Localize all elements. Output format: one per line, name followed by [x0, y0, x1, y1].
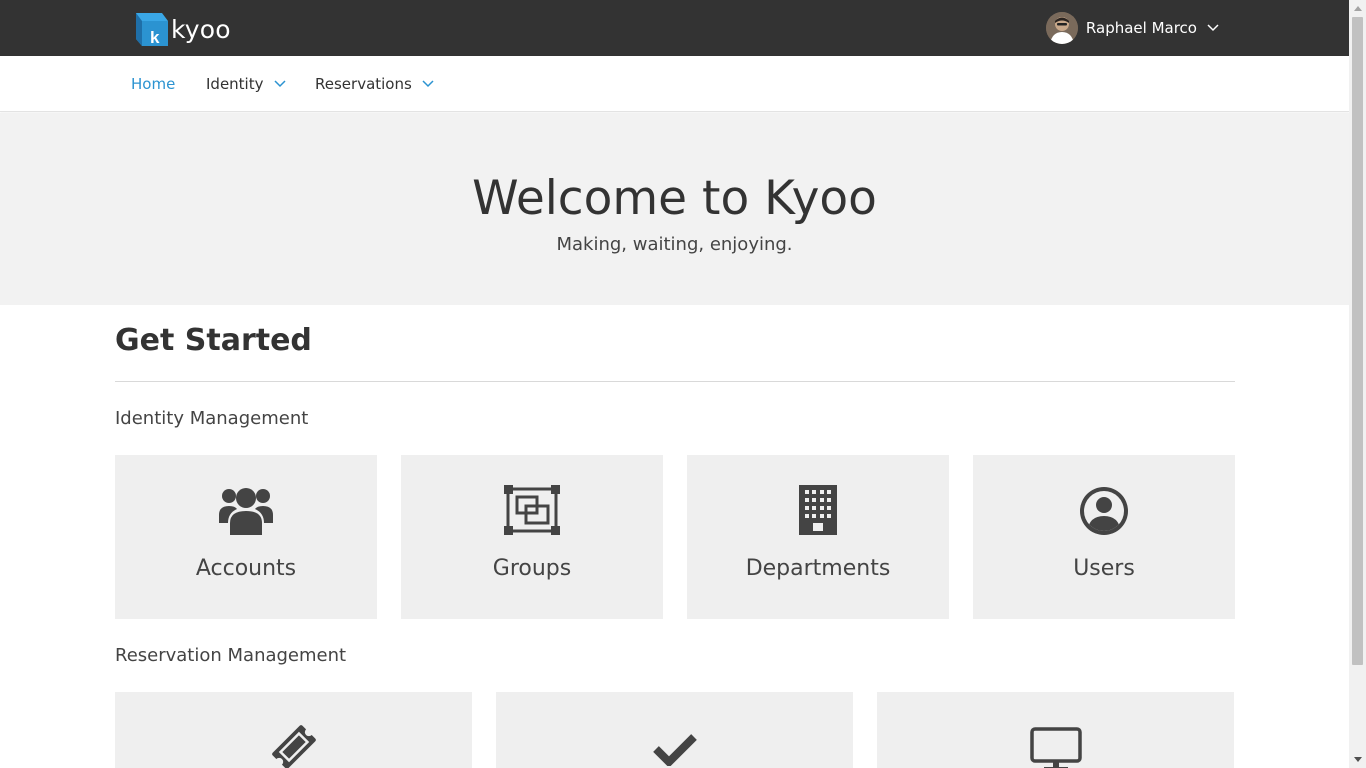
reservation-tile-confirm[interactable]	[496, 692, 853, 768]
users-icon	[115, 485, 377, 535]
departments-tile[interactable]: Departments	[687, 455, 949, 619]
desktop-icon	[877, 727, 1234, 768]
hero-title: Welcome to Kyoo	[472, 171, 877, 226]
chevron-down-icon	[1207, 24, 1219, 32]
reservation-tile-display[interactable]	[877, 692, 1234, 768]
top-bar: k kyoo Raphael Marco	[0, 0, 1349, 56]
user-circle-icon	[973, 486, 1235, 536]
user-menu[interactable]: Raphael Marco	[1045, 12, 1219, 44]
nav-item-identity[interactable]: Identity	[206, 56, 286, 112]
ticket-icon	[115, 722, 472, 768]
nav-item-home[interactable]: Home	[131, 56, 175, 112]
logo-letter: k	[150, 28, 160, 46]
groups-tile[interactable]: Groups	[401, 455, 663, 619]
hero-subtitle: Making, waiting, enjoying.	[556, 234, 793, 255]
nav-item-label: Home	[131, 75, 176, 93]
vertical-scrollbar[interactable]	[1349, 0, 1366, 768]
nav-item-label: Reservations	[315, 75, 412, 93]
identity-management-heading: Identity Management	[115, 408, 309, 429]
logo-mark-icon: k	[134, 12, 168, 47]
scroll-down-arrow-icon[interactable]	[1349, 751, 1366, 768]
accounts-tile[interactable]: Accounts	[115, 455, 377, 619]
reservation-tile-tickets[interactable]	[115, 692, 472, 768]
tile-label: Users	[1073, 556, 1135, 581]
users-tile[interactable]: Users	[973, 455, 1235, 619]
nav-bar: Home Identity Reservations	[0, 56, 1349, 112]
nav-item-label: Identity	[206, 75, 264, 93]
tile-label: Departments	[745, 556, 891, 581]
avatar	[1045, 12, 1078, 44]
reservation-management-heading: Reservation Management	[115, 645, 347, 666]
tile-label: Groups	[492, 556, 572, 581]
kyoo-logo[interactable]: k kyoo	[134, 11, 231, 47]
building-icon	[687, 485, 949, 535]
chevron-down-icon	[422, 80, 434, 88]
scrollbar-thumb[interactable]	[1352, 17, 1363, 665]
section-title: Get Started	[115, 323, 312, 358]
hero-banner: Welcome to Kyoo Making, waiting, enjoyin…	[0, 113, 1349, 305]
check-icon	[496, 732, 853, 766]
user-name: Raphael Marco	[1085, 19, 1197, 37]
tile-label: Accounts	[195, 556, 297, 581]
logo-text: kyoo	[171, 14, 231, 44]
scroll-up-arrow-icon[interactable]	[1349, 0, 1366, 17]
nav-item-reservations[interactable]: Reservations	[315, 56, 434, 112]
divider	[115, 381, 1235, 382]
object-group-icon	[401, 485, 663, 535]
chevron-down-icon	[273, 80, 286, 88]
page: k kyoo Raphael Marco Home Identity Reser…	[0, 0, 1349, 768]
